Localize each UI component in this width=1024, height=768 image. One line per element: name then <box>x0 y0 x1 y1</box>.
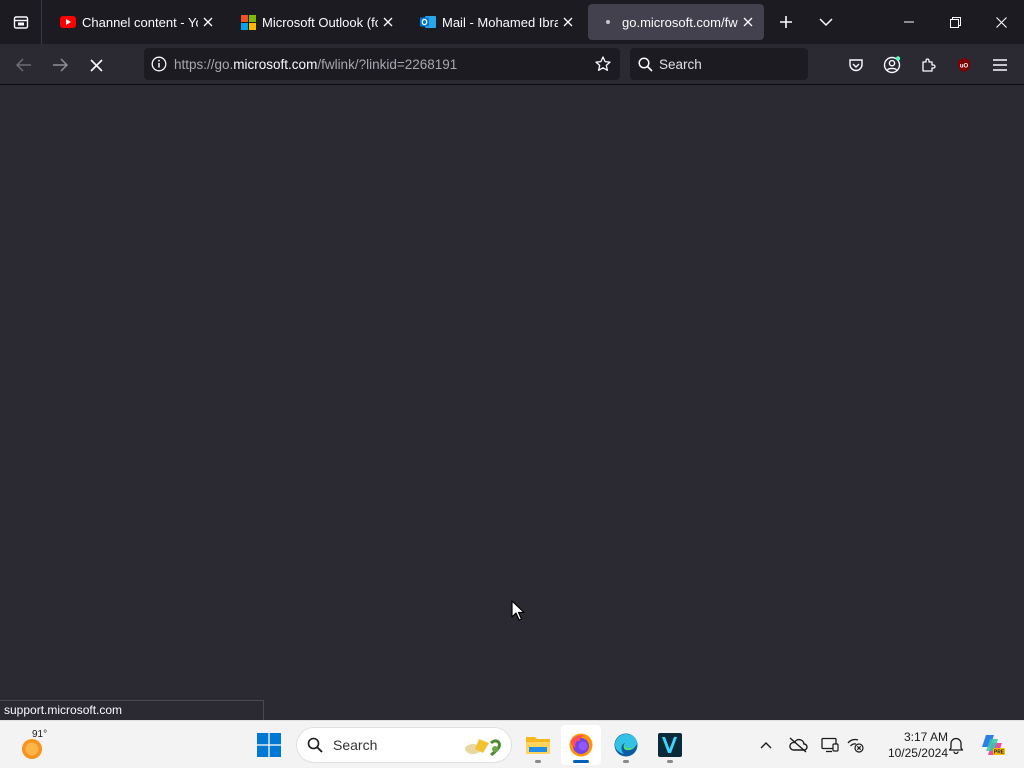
close-tab-icon[interactable] <box>380 14 396 30</box>
account-icon <box>883 56 901 74</box>
firefox-icon <box>569 733 593 757</box>
loading-dot-icon <box>600 14 616 30</box>
windows-logo-icon <box>257 733 281 757</box>
new-tab-button[interactable] <box>772 8 800 36</box>
list-all-tabs-button[interactable] <box>812 8 840 36</box>
back-button[interactable] <box>9 50 39 80</box>
search-placeholder: Search <box>659 56 702 72</box>
tab-title: Mail - Mohamed Ibrahim - Outlook <box>442 14 558 30</box>
forward-button[interactable] <box>45 50 75 80</box>
back-arrow-icon <box>16 58 31 72</box>
page-content <box>0 85 1024 720</box>
search-highlight-icon <box>465 739 501 757</box>
url-text[interactable]: https://go.microsoft.com/fwlink/?linkid=… <box>174 57 586 72</box>
address-bar[interactable]: https://go.microsoft.com/fwlink/?linkid=… <box>144 48 620 80</box>
system-clock[interactable]: 3:17 AM 10/25/2024 <box>872 729 948 761</box>
copilot-button[interactable]: PRE <box>978 733 1008 757</box>
tab-title: Channel content - YouTube <box>82 14 198 30</box>
close-icon <box>995 16 1007 28</box>
url-path: /fwlink/?linkid=2268191 <box>317 56 458 72</box>
weather-temperature: 91° <box>32 729 48 740</box>
tray-display[interactable] <box>818 733 842 757</box>
tab-go-microsoft[interactable]: go.microsoft.com/fwlink <box>588 4 764 40</box>
running-indicator <box>667 760 673 763</box>
extensions-button[interactable] <box>913 50 943 80</box>
tray-network[interactable] <box>843 733 867 757</box>
navigation-toolbar: https://go.microsoft.com/fwlink/?linkid=… <box>0 44 1024 85</box>
url-host: microsoft.com <box>233 56 318 72</box>
start-button[interactable] <box>249 725 289 765</box>
vegas-app-icon <box>658 733 682 757</box>
stop-loading-button[interactable] <box>81 50 111 80</box>
close-icon <box>89 58 103 72</box>
svg-text:PRE: PRE <box>994 750 1005 756</box>
folder-icon <box>526 737 550 754</box>
weather-widget[interactable]: 91° <box>18 729 58 761</box>
windows-taskbar: 91° Search 3:17 AM 10/25/2024 PRE <box>0 720 1024 768</box>
search-icon <box>638 56 653 72</box>
running-indicator <box>535 760 541 763</box>
ublock-icon: uO <box>958 58 970 72</box>
close-tab-icon[interactable] <box>200 14 216 30</box>
tab-title: go.microsoft.com/fwlink <box>622 14 738 30</box>
bookmark-star-icon[interactable] <box>586 56 620 72</box>
edge-icon <box>614 733 638 757</box>
bell-icon <box>948 737 964 754</box>
outlook-icon <box>420 14 436 30</box>
chevron-down-icon <box>819 18 833 27</box>
svg-text:uO: uO <box>960 64 969 70</box>
network-disconnected-icon <box>847 738 864 753</box>
running-indicator <box>623 760 629 763</box>
taskbar-search-placeholder: Search <box>333 737 378 753</box>
account-button[interactable] <box>877 50 907 80</box>
clock-time: 3:17 AM <box>903 730 948 744</box>
forward-arrow-icon <box>53 58 68 72</box>
ublock-origin-button[interactable]: uO <box>949 50 979 80</box>
chevron-up-icon <box>760 742 772 749</box>
monitor-icon <box>821 737 839 753</box>
restore-button[interactable] <box>932 0 978 44</box>
notifications-button[interactable] <box>944 733 968 757</box>
pocket-icon <box>849 59 863 72</box>
pocket-button[interactable] <box>841 50 871 80</box>
microsoft-logo-icon <box>240 14 256 30</box>
taskbar-file-explorer[interactable] <box>518 725 558 765</box>
plus-icon <box>780 16 792 28</box>
search-icon <box>307 737 323 753</box>
tab-microsoft-outlook[interactable]: Microsoft Outlook (formerly Hotmail) <box>228 4 404 40</box>
close-tab-icon[interactable] <box>560 14 576 30</box>
firefox-view-button[interactable] <box>0 0 42 44</box>
tab-youtube[interactable]: Channel content - YouTube <box>48 4 224 40</box>
tab-outlook-mail[interactable]: Mail - Mohamed Ibrahim - Outlook <box>408 4 584 40</box>
tab-title: Microsoft Outlook (formerly Hotmail) <box>262 14 378 30</box>
close-window-button[interactable] <box>978 0 1024 44</box>
puzzle-icon <box>922 58 936 72</box>
taskbar-vegas[interactable] <box>650 725 690 765</box>
show-hidden-icons-button[interactable] <box>754 733 778 757</box>
minimize-icon <box>904 21 914 23</box>
taskbar-edge[interactable] <box>606 725 646 765</box>
youtube-icon <box>60 14 76 30</box>
app-menu-button[interactable] <box>985 50 1015 80</box>
hamburger-menu-icon <box>993 59 1007 71</box>
tray-onedrive[interactable] <box>786 733 810 757</box>
tab-strip: Channel content - YouTube Microsoft Outl… <box>0 0 1024 44</box>
copilot-icon: PRE <box>982 735 1005 756</box>
site-info-icon[interactable] <box>144 56 174 72</box>
clock-date: 10/25/2024 <box>887 746 948 760</box>
search-bar[interactable]: Search <box>630 48 808 80</box>
minimize-button[interactable] <box>886 0 932 44</box>
close-tab-icon[interactable] <box>740 14 756 30</box>
taskbar-search-box[interactable]: Search <box>296 727 512 763</box>
link-status-panel: support.microsoft.com <box>0 700 264 721</box>
cloud-offline-icon <box>789 737 808 753</box>
firefox-view-icon <box>13 16 28 29</box>
active-indicator <box>573 760 589 763</box>
url-prefix: https://go. <box>174 56 234 72</box>
restore-icon <box>949 16 961 28</box>
taskbar-firefox[interactable] <box>561 725 601 765</box>
sun-weather-icon <box>22 739 42 759</box>
mouse-cursor-icon <box>511 600 525 621</box>
